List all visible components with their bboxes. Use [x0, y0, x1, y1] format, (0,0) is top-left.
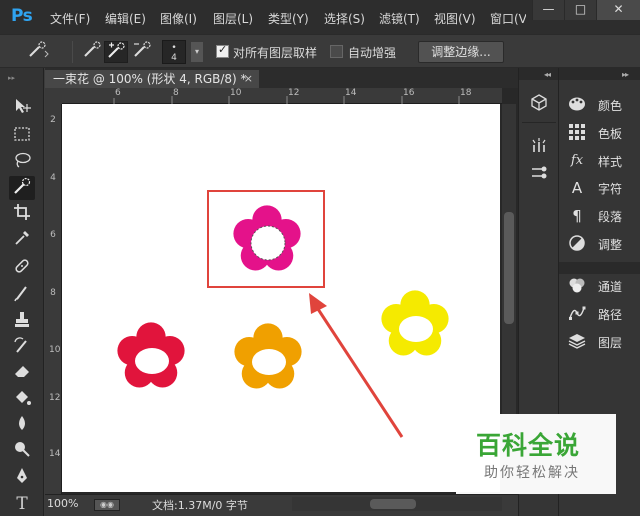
zoom-level[interactable]: 100% — [47, 497, 78, 510]
watermark-subtitle: 助你轻松解决 — [484, 465, 580, 481]
panel-label-color: 颜色 — [598, 99, 623, 113]
styles-fx-icon: fx — [570, 153, 584, 168]
clone-source-icon[interactable] — [529, 164, 549, 184]
panel-label-channels: 通道 — [598, 280, 623, 294]
panel-dock-collapse-icon[interactable]: ▸▸ — [622, 70, 629, 79]
watermark-title: 百科全说 — [476, 431, 581, 460]
panel-tab-color[interactable]: 颜色 — [565, 93, 635, 117]
horizontal-scroll-thumb[interactable] — [370, 499, 416, 509]
layers-icon — [567, 332, 587, 352]
mini-panel-expand-icon[interactable]: ◂◂ — [544, 70, 551, 79]
panel-label-character: 字符 — [598, 182, 623, 196]
panel-tab-swatches[interactable]: 色板 — [565, 121, 635, 145]
swatches-grid-icon — [567, 123, 587, 143]
status-preview-icon[interactable]: ◉◉ — [94, 499, 120, 511]
panel-label-swatches: 色板 — [598, 127, 623, 141]
panel-tab-styles[interactable]: fx 样式 — [565, 149, 635, 173]
panel-tab-character[interactable]: A 字符 — [565, 176, 635, 200]
panel-label-paths: 路径 — [598, 308, 623, 322]
brush-presets-icon[interactable] — [529, 136, 549, 156]
panel-label-styles: 样式 — [598, 155, 623, 169]
panel-label-paragraph: 段落 — [598, 210, 623, 224]
panel-label-adjustments: 调整 — [598, 238, 623, 252]
character-icon: A — [571, 179, 583, 197]
panel-tab-layers[interactable]: 图层 — [565, 330, 635, 354]
panel-tab-adjustments[interactable]: 调整 — [565, 232, 635, 256]
annotation-highlight-box — [207, 190, 325, 288]
paths-icon — [567, 304, 587, 324]
vertical-scroll-thumb[interactable] — [504, 212, 514, 324]
paragraph-icon: ¶ — [572, 207, 582, 225]
panel-tab-paragraph[interactable]: ¶ 段落 — [565, 204, 635, 228]
panel-tab-paths[interactable]: 路径 — [565, 302, 635, 326]
mini-panel-header — [519, 68, 558, 80]
adjustments-icon — [567, 234, 587, 254]
document-info[interactable]: 文档:1.37M/0 字节 — [152, 497, 248, 513]
3d-cube-icon[interactable] — [529, 93, 549, 113]
channels-icon — [567, 276, 587, 296]
panel-tab-channels[interactable]: 通道 — [565, 274, 635, 298]
color-palette-icon — [567, 95, 587, 115]
panel-group2-header — [559, 262, 640, 274]
panel-label-layers: 图层 — [598, 336, 623, 350]
